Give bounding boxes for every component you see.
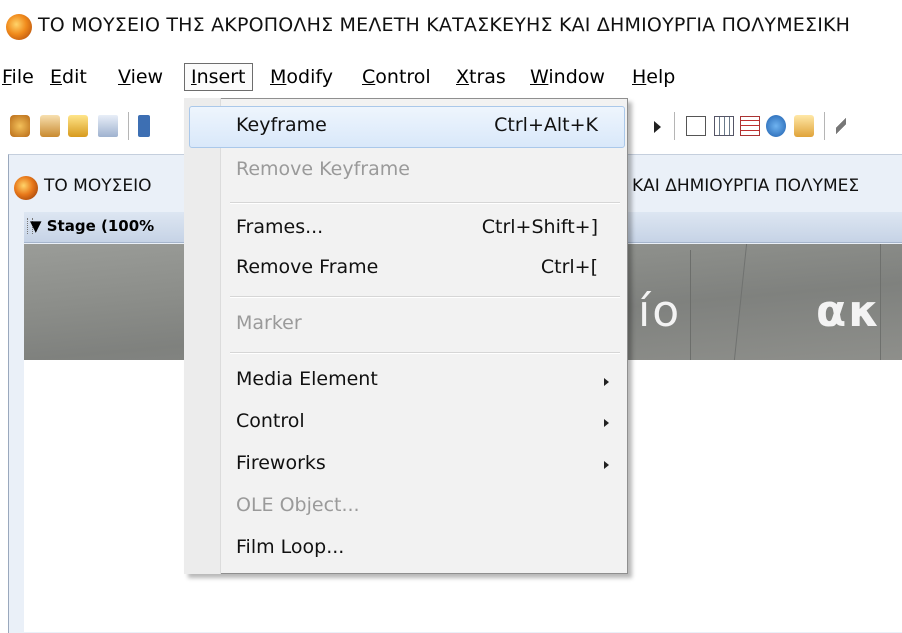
library-icon[interactable]	[794, 115, 814, 137]
toolbar-separator	[128, 112, 129, 140]
stage-window-icon[interactable]	[686, 116, 706, 136]
menu-item-frames[interactable]: Frames...	[236, 216, 323, 238]
submenu-arrow-icon	[604, 419, 609, 427]
menu-item-ole-object[interactable]: OLE Object...	[236, 494, 360, 516]
menu-separator	[230, 352, 620, 354]
menu-help[interactable]: Help	[626, 64, 681, 90]
shortcut-keyframe: Ctrl+Alt+K	[494, 114, 598, 136]
play-icon[interactable]	[654, 121, 661, 133]
shortcut-frames: Ctrl+Shift+]	[481, 216, 598, 238]
movie-window-title: ΤΟ ΜΟΥΣΕΙΟ	[44, 176, 152, 196]
menu-item-media-element[interactable]: Media Element	[236, 368, 378, 390]
new-cast-icon[interactable]	[40, 115, 60, 137]
shortcut-remove-frame: Ctrl+[	[540, 256, 598, 278]
title-bar: ΤΟ ΜΟΥΣΕΙΟ ΤΗΣ ΑΚΡΟΠΟΛΗΣ ΜΕΛΕΤΗ ΚΑΤΑΣΚΕΥ…	[0, 0, 902, 54]
menu-separator	[230, 202, 620, 204]
menu-icon-gutter	[184, 98, 221, 574]
menu-control[interactable]: Control	[356, 64, 437, 90]
menu-item-remove-keyframe[interactable]: Remove Keyframe	[236, 158, 410, 180]
menu-insert[interactable]: Insert	[184, 63, 253, 91]
import-icon[interactable]	[98, 115, 118, 137]
director-movie-icon	[14, 176, 38, 200]
menu-item-keyframe[interactable]: Keyframe	[236, 114, 327, 136]
menu-modify[interactable]: Modify	[264, 64, 339, 90]
toolbar-separator	[674, 112, 675, 140]
stone-crack	[690, 250, 691, 360]
menu-window[interactable]: Window	[524, 64, 611, 90]
menu-separator	[230, 296, 620, 298]
menu-xtras[interactable]: Xtras	[450, 64, 512, 90]
stage-inscription-right: ακ	[816, 286, 882, 337]
director-app-icon[interactable]	[6, 14, 32, 40]
menu-edit[interactable]: Edit	[44, 64, 93, 90]
menu-item-remove-frame[interactable]: Remove Frame	[236, 256, 378, 278]
menu-bar: File Edit View Insert Modify Control Xtr…	[0, 58, 902, 98]
cast-window-icon[interactable]	[714, 116, 734, 136]
submenu-arrow-icon	[604, 378, 609, 386]
submenu-arrow-icon	[604, 461, 609, 469]
menu-item-marker[interactable]: Marker	[236, 312, 302, 334]
menu-file[interactable]: File	[0, 64, 40, 90]
movie-window-title-continued: ΚΑΙ ΔΗΜΙΟΥΡΓΙΑ ΠΟΛΥΜΕΣ	[632, 176, 860, 196]
menu-item-control[interactable]: Control	[236, 410, 305, 432]
info-icon[interactable]	[766, 115, 786, 137]
save-icon[interactable]	[138, 115, 150, 137]
toolbar-separator	[824, 112, 825, 140]
new-movie-icon[interactable]	[10, 115, 30, 137]
window-title: ΤΟ ΜΟΥΣΕΙΟ ΤΗΣ ΑΚΡΟΠΟΛΗΣ ΜΕΛΕΤΗ ΚΑΤΑΣΚΕΥ…	[38, 14, 851, 36]
stage-inscription-left: ío	[638, 286, 682, 337]
pencil-icon[interactable]	[836, 115, 846, 137]
menu-view[interactable]: View	[112, 64, 169, 90]
open-folder-icon[interactable]	[68, 115, 88, 137]
score-window-icon[interactable]	[740, 116, 760, 136]
menu-item-film-loop[interactable]: Film Loop...	[236, 536, 344, 558]
menu-item-fireworks[interactable]: Fireworks	[236, 452, 326, 474]
stage-label[interactable]: ▼ Stage (100%	[30, 217, 154, 235]
